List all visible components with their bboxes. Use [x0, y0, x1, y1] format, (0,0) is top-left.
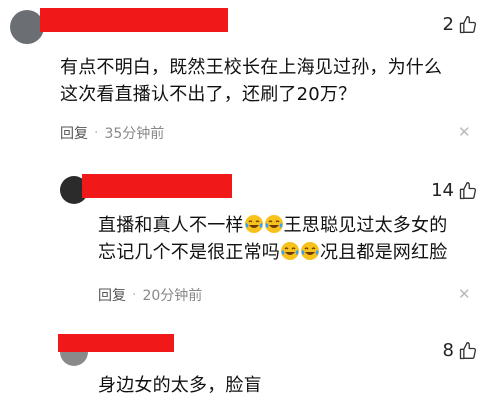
comment-meta: 回复 · 35分钟前: [60, 123, 164, 143]
laughing-tears-emoji: [301, 242, 319, 260]
text-segment: 况且都是网红脸: [320, 242, 448, 263]
laughing-tears-emoji: [244, 215, 263, 233]
comment-3: 8 身边女的太多，脸盲: [0, 330, 500, 416]
text-segment: 直播和真人不一样: [98, 215, 244, 236]
reply-button[interactable]: 回复: [98, 285, 126, 305]
like-button[interactable]: 8: [443, 340, 478, 361]
comment-line: 直播和真人不一样 王思聪见过太多女的: [98, 212, 478, 239]
username-redaction: [40, 8, 228, 32]
like-count: 14: [431, 180, 454, 201]
username-redaction: [58, 334, 174, 352]
separator: ·: [94, 125, 99, 141]
like-count: 2: [442, 14, 454, 35]
timestamp: 35分钟前: [104, 126, 165, 142]
avatar[interactable]: [10, 10, 44, 44]
thumbs-up-icon: [459, 181, 477, 199]
laughing-tears-emoji: [281, 242, 299, 260]
thumbs-up-icon: [459, 341, 477, 359]
close-icon[interactable]: ✕: [458, 123, 471, 141]
thumbs-up-icon: [459, 15, 477, 33]
comment-1: 2 有点不明白，既然王校长在上海见过孙，为什么 这次看直播认不出了，还刷了20万…: [0, 0, 500, 150]
text-segment: 王思聪见过太多女的: [283, 215, 448, 236]
separator: ·: [132, 287, 137, 303]
comment-2: 14 直播和真人不一样 王思聪见过太多女的 忘记几个不是很正常吗 况且都是网红脸 回…: [0, 168, 500, 318]
like-button[interactable]: 2: [443, 14, 478, 35]
comment-line: 有点不明白，既然王校长在上海见过孙，为什么: [60, 57, 443, 78]
laughing-tears-emoji: [264, 215, 283, 233]
like-count: 8: [442, 340, 454, 361]
comment-text: 有点不明白，既然王校长在上海见过孙，为什么 这次看直播认不出了，还刷了20万？: [60, 54, 480, 108]
comment-meta: 回复 · 20分钟前: [98, 285, 202, 305]
reply-button[interactable]: 回复: [60, 123, 88, 143]
like-button[interactable]: 14: [431, 180, 478, 201]
comment-line: 忘记几个不是很正常吗 况且都是网红脸: [98, 239, 478, 266]
username-redaction: [82, 174, 232, 198]
comment-text: 直播和真人不一样 王思聪见过太多女的 忘记几个不是很正常吗 况且都是网红脸: [98, 212, 478, 266]
text-segment: 忘记几个不是很正常吗: [98, 242, 280, 263]
comment-text: 身边女的太多，脸盲: [98, 375, 262, 396]
timestamp: 20分钟前: [142, 288, 203, 304]
close-icon[interactable]: ✕: [458, 285, 471, 303]
comment-line: 这次看直播认不出了，还刷了20万？: [60, 84, 357, 105]
